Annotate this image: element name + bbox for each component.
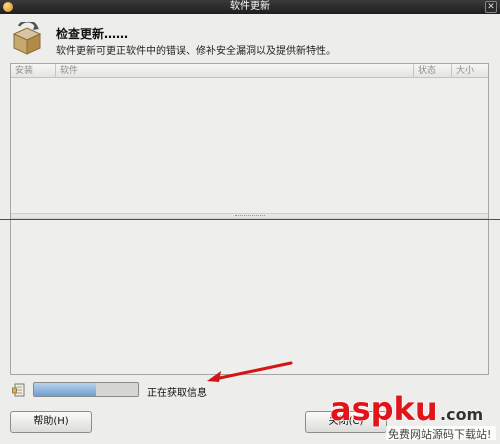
page-description: 软件更新可更正软件中的错误、修补安全漏洞以及提供新特性。 <box>56 46 336 57</box>
help-button[interactable]: 帮助(H) <box>10 411 92 433</box>
splitter-grip <box>234 215 265 217</box>
page-heading: 检查更新…… <box>56 27 129 41</box>
window-title: 软件更新 <box>230 1 270 12</box>
svg-text:.com: .com <box>440 405 483 424</box>
table-header: 安装 软件 状态 大小 <box>11 64 488 78</box>
column-header-size[interactable]: 大小 <box>451 64 490 78</box>
status-text: 正在获取信息 <box>147 388 207 399</box>
aspku-watermark-logo: aspku .com 免费网站源码下载站! <box>329 389 496 441</box>
document-icon <box>12 383 25 397</box>
window-close-icon[interactable]: ✕ <box>485 1 497 13</box>
column-header-status[interactable]: 状态 <box>413 64 451 78</box>
svg-text:免费网站源码下载站!: 免费网站源码下载站! <box>388 427 491 441</box>
app-icon <box>3 2 13 12</box>
progress-fill <box>34 383 97 396</box>
window-titlebar: 软件更新 ✕ <box>0 0 500 14</box>
software-update-icon <box>12 22 42 55</box>
column-header-software[interactable]: 软件 <box>55 64 413 78</box>
column-header-install[interactable]: 安装 <box>11 64 55 78</box>
annotation-arrow-icon <box>207 361 293 382</box>
progress-bar <box>33 382 139 397</box>
annotation-red-line <box>0 219 500 220</box>
svg-text:aspku: aspku <box>330 390 438 428</box>
